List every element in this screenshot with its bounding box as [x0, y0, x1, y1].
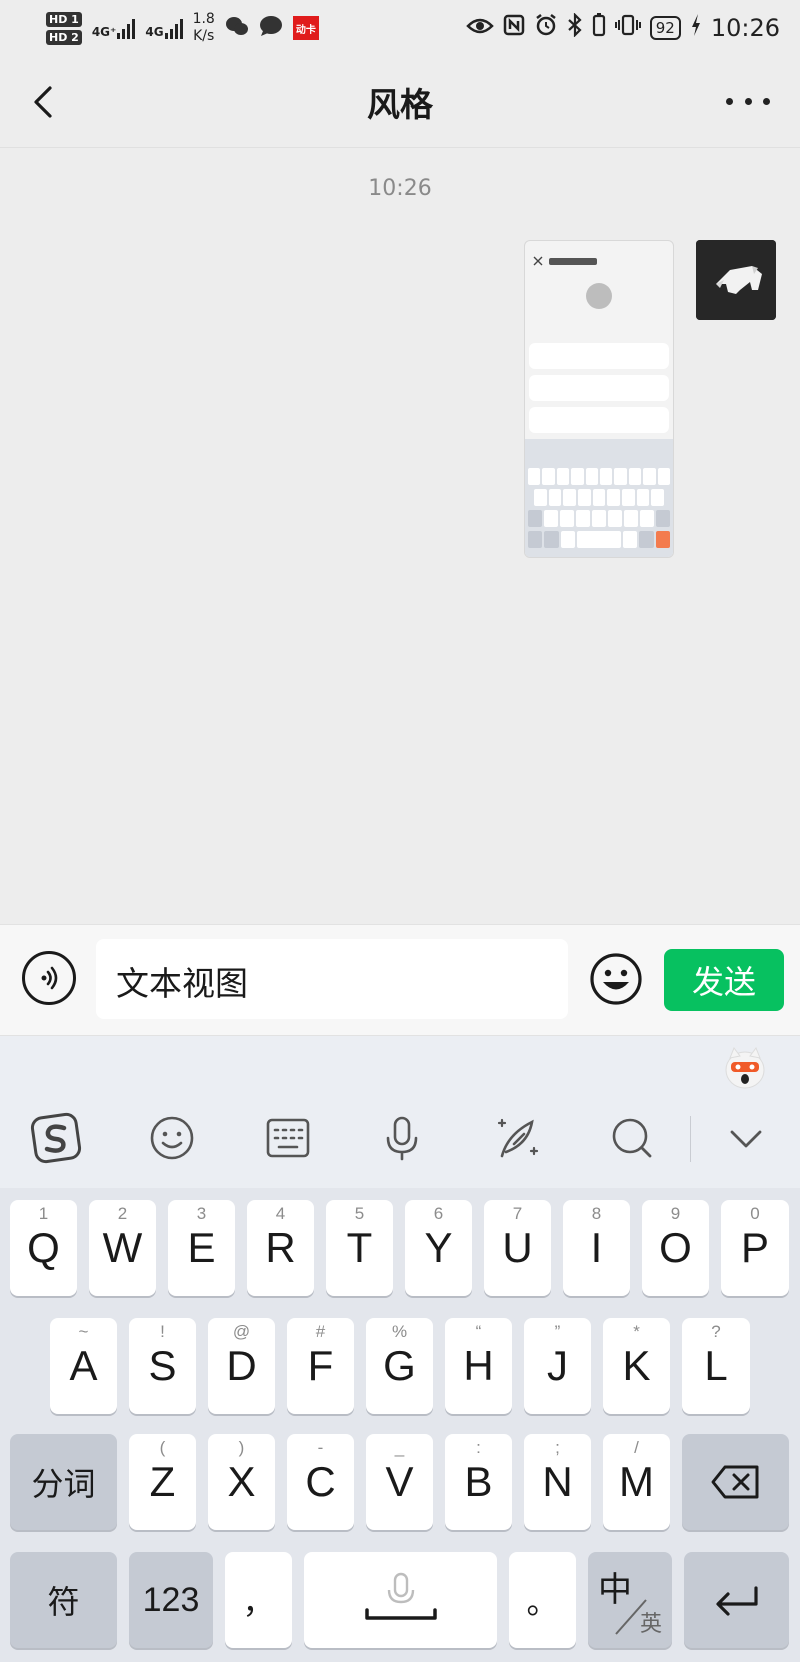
keyboard: 1Q 2W 3E 4R 5T 6Y 7U 8I 9O 0P ~ A ! S @ D #… [0, 1188, 800, 1662]
number-key[interactable]: 123 [129, 1552, 213, 1648]
back-button[interactable] [24, 80, 68, 124]
status-bar: HD 1 HD 2 4G⁺ 4G 1.8 K/s 动卡 92 10:26 [0, 0, 800, 56]
key-f[interactable]: # F [287, 1318, 354, 1414]
backspace-icon [711, 1465, 758, 1499]
alarm-icon [534, 13, 558, 43]
thumbnail-header [525, 241, 673, 281]
network-type-1: 4G⁺ [91, 25, 117, 39]
message-input[interactable]: 文本视图 [96, 939, 568, 1019]
key-w[interactable]: 2W [89, 1200, 156, 1296]
network-type-2: 4G [145, 25, 164, 39]
key-t[interactable]: 5T [326, 1200, 393, 1296]
more-icon [726, 97, 733, 105]
wechat-icon [225, 15, 249, 41]
key-p[interactable]: 0P [721, 1200, 789, 1296]
enter-icon [715, 1586, 758, 1616]
key-r[interactable]: 4R [247, 1200, 314, 1296]
key-v[interactable]: _ V [366, 1434, 433, 1530]
key-z[interactable]: (Z [129, 1434, 196, 1530]
key-q[interactable]: 1Q [10, 1200, 77, 1296]
key-m[interactable]: / M [603, 1434, 670, 1530]
collapse-keyboard-icon[interactable] [720, 1112, 772, 1164]
signal-sim2: 4G [145, 17, 183, 39]
key-s[interactable]: ! S [129, 1318, 196, 1414]
keyboard-layout-icon[interactable] [262, 1112, 314, 1164]
battery-saver-icon [592, 13, 606, 43]
thumbnail-field [529, 407, 669, 433]
search-icon[interactable] [606, 1112, 658, 1164]
sogou-logo-icon[interactable] [30, 1112, 82, 1164]
handwriting-icon[interactable] [492, 1112, 544, 1164]
key-j[interactable]: ” J [524, 1318, 591, 1414]
input-bar: 文本视图 发送 [0, 924, 800, 1036]
microphone-icon[interactable] [376, 1112, 428, 1164]
delete-key[interactable] [682, 1434, 789, 1530]
send-button[interactable]: 发送 [664, 949, 784, 1011]
key-n[interactable]: ; N [524, 1434, 591, 1530]
period-key[interactable]: 。 [509, 1552, 576, 1648]
key-c[interactable]: -C [287, 1434, 354, 1530]
polar-bear-icon [696, 240, 776, 320]
bluetooth-icon [567, 12, 583, 43]
nfc-icon [503, 14, 525, 42]
thumbnail-avatar [586, 283, 612, 309]
thumbnail-keyboard [525, 439, 673, 557]
app-badge-icon: 动卡 [292, 16, 319, 40]
key-g[interactable]: % G [366, 1318, 433, 1414]
key-k[interactable]: * K [603, 1318, 670, 1414]
hd2-indicator: HD 2 [46, 29, 82, 45]
space-voice-icon [364, 1572, 437, 1620]
key-a[interactable]: ~ A [50, 1318, 117, 1414]
key-b[interactable]: :B [445, 1434, 512, 1530]
key-d[interactable]: @ D [208, 1318, 275, 1414]
emoji-panel-icon[interactable] [146, 1112, 198, 1164]
key-x[interactable]: ) X [208, 1434, 275, 1530]
key-l[interactable]: ? L [682, 1318, 750, 1414]
comma-key[interactable]: ， [225, 1552, 292, 1648]
emoji-button[interactable] [588, 951, 644, 1007]
signal-sim1: 4G⁺ [92, 17, 136, 39]
symbol-key[interactable]: 符 [10, 1552, 117, 1648]
status-time: 10:26 [710, 14, 780, 42]
chevron-left-icon [34, 86, 52, 118]
key-h[interactable]: “H [445, 1318, 512, 1414]
charging-icon [690, 13, 702, 43]
voice-button[interactable] [22, 951, 76, 1005]
key-e[interactable]: 3E [168, 1200, 235, 1296]
message-timestamp: 10:26 [368, 176, 432, 201]
chat-header: 风格 [0, 56, 800, 148]
vibrate-icon [614, 13, 641, 43]
image-message[interactable] [524, 240, 674, 558]
battery-indicator: 92 [649, 16, 681, 40]
toolbar-divider [690, 1116, 691, 1162]
enter-key[interactable] [684, 1552, 789, 1648]
key-o[interactable]: 9O [642, 1200, 709, 1296]
key-u[interactable]: 7U [484, 1200, 551, 1296]
segment-key[interactable]: 分词 [10, 1434, 117, 1530]
key-i[interactable]: 8I [563, 1200, 630, 1296]
ime-toolbar [0, 1036, 800, 1188]
more-button[interactable] [726, 86, 770, 116]
emoji-icon [590, 953, 642, 1005]
eye-icon [465, 14, 494, 42]
message-icon [259, 15, 283, 41]
ime-mascot-icon[interactable] [724, 1044, 766, 1090]
network-speed: 1.8 K/s [192, 11, 215, 44]
key-y[interactable]: 6Y [405, 1200, 472, 1296]
chat-title: 风格 [367, 84, 433, 124]
voice-icon [41, 966, 58, 990]
hd1-indicator: HD 1 [46, 11, 82, 27]
thumbnail-field [529, 343, 669, 369]
thumbnail-field [529, 375, 669, 401]
avatar[interactable] [696, 240, 776, 320]
language-switch-key[interactable]: 中 英 [588, 1552, 672, 1648]
space-key[interactable] [304, 1552, 497, 1648]
